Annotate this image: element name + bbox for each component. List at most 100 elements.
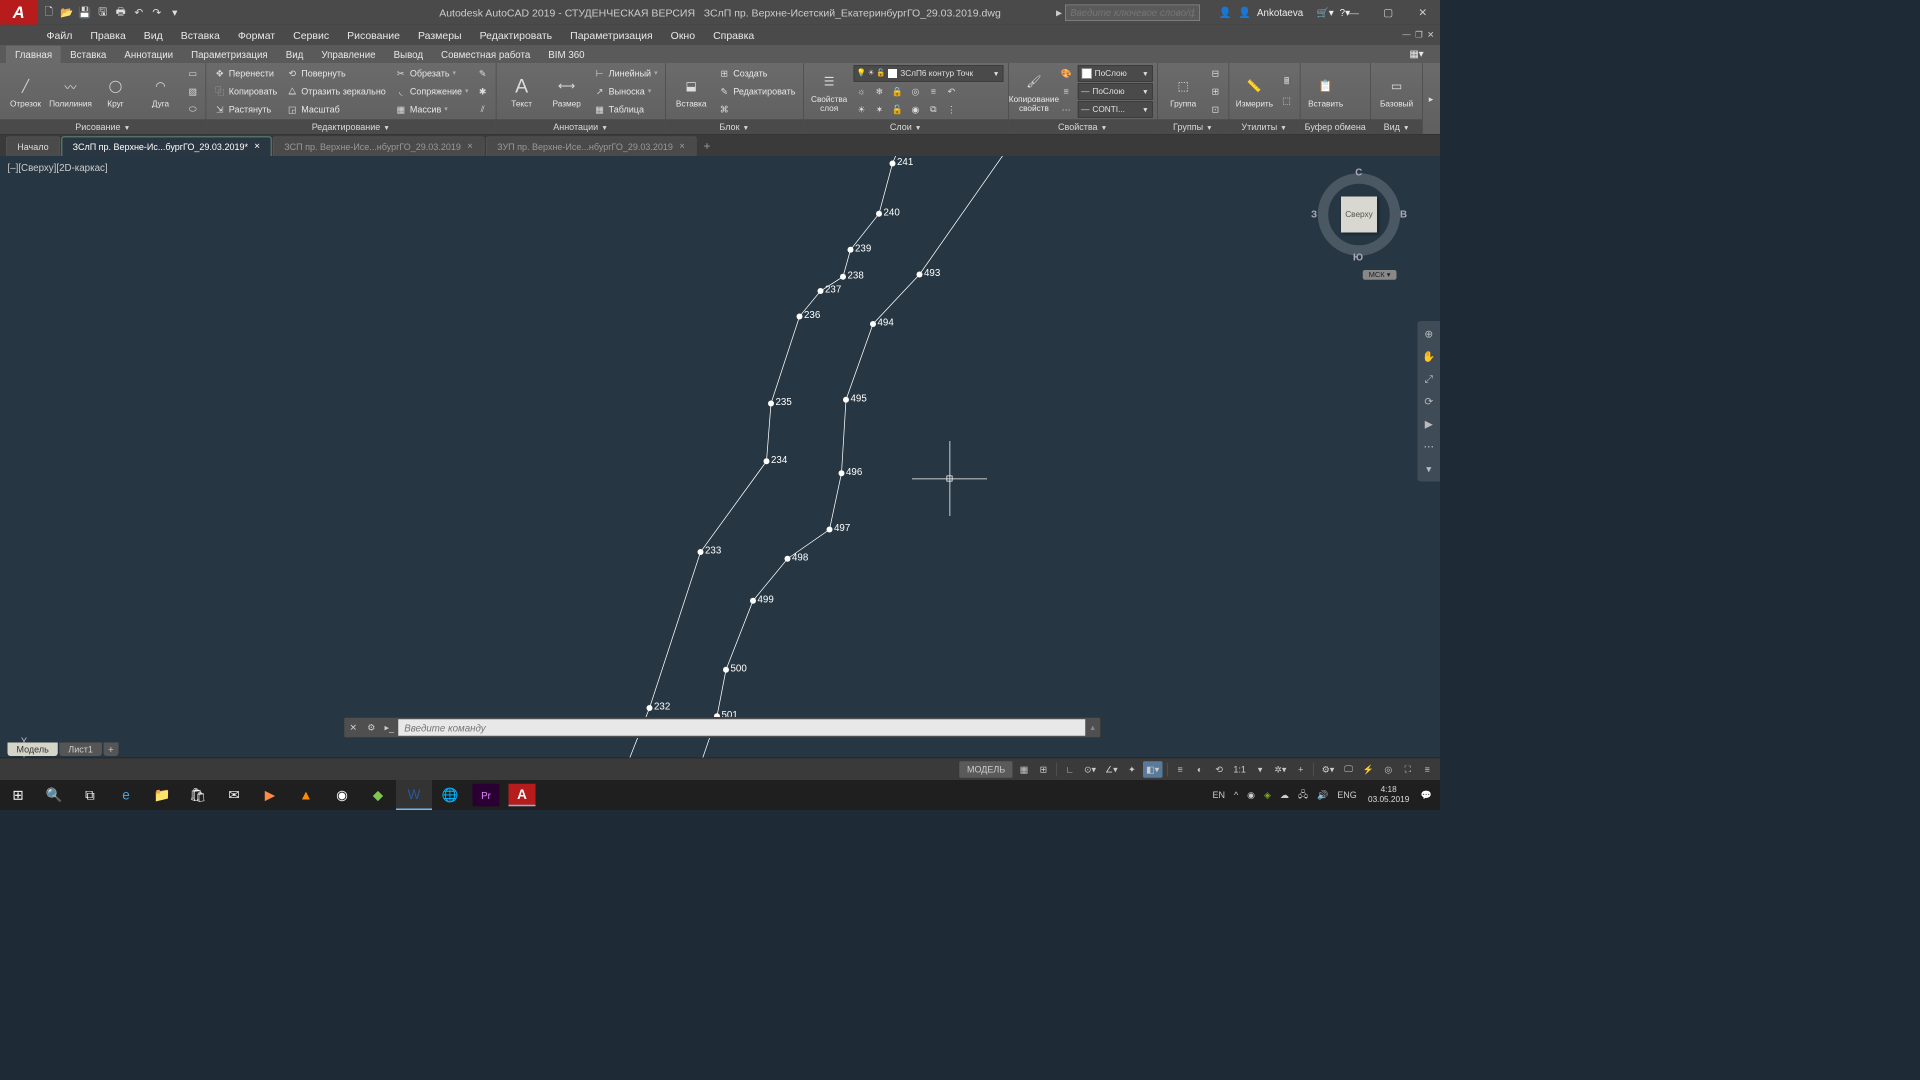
zoom-extents-icon[interactable]: ⤢ — [1421, 371, 1438, 388]
nvidia-tray-icon[interactable]: ◈ — [1260, 790, 1274, 801]
doc-tab-1[interactable]: ЗСлП пр. Верхне-Ис...бургГО_29.03.2019*✕ — [61, 137, 271, 157]
explode-icon[interactable]: ✱ — [474, 83, 491, 100]
maximize-button[interactable]: ▢ — [1371, 0, 1406, 25]
trim-button[interactable]: ✂Обрезать ▾ — [392, 65, 472, 82]
view-cube[interactable]: С Ю В З Сверху — [1314, 170, 1404, 260]
menu-формат[interactable]: Формат — [229, 25, 284, 45]
doc-min-icon[interactable]: — — [1401, 29, 1412, 42]
base-view-button[interactable]: ▭Базовый — [1376, 65, 1418, 118]
minimize-button[interactable]: — — [1337, 0, 1372, 25]
rect-icon[interactable]: ▭ — [185, 65, 202, 82]
arc-button[interactable]: ◠Дуга — [140, 65, 182, 118]
ribbon-collapse-icon[interactable]: ▸ — [1423, 90, 1440, 107]
mail-icon[interactable]: ✉ — [216, 780, 252, 810]
osnap-icon[interactable]: ✦ — [1124, 761, 1141, 778]
viewcube-south[interactable]: Ю — [1353, 251, 1363, 262]
coord-system-label[interactable]: МСК ▾ — [1363, 270, 1397, 280]
layer-prev-icon[interactable]: ↶ — [943, 83, 960, 100]
explorer-icon[interactable]: 📁 — [144, 780, 180, 810]
hardware-accel-icon[interactable]: ⚡ — [1360, 761, 1377, 778]
close-button[interactable]: ✕ — [1406, 0, 1441, 25]
ribbon-tab-2[interactable]: Аннотации — [115, 46, 182, 63]
move-button[interactable]: ✥Перенести — [211, 65, 280, 82]
qat-save-icon[interactable]: 💾 — [77, 4, 94, 21]
menu-файл[interactable]: Файл — [38, 25, 82, 45]
exchange-icon[interactable]: 🛒▾ — [1317, 6, 1334, 18]
clean-screen-icon[interactable]: ⛶ — [1400, 761, 1417, 778]
measure-button[interactable]: 📏Измерить — [1233, 65, 1275, 118]
store-icon[interactable]: 🛍 — [180, 780, 216, 810]
qat-saveas-icon[interactable]: 🖫 — [95, 4, 112, 21]
edge-icon[interactable]: e — [108, 780, 144, 810]
lwdisplay-icon[interactable]: ≡ — [1172, 761, 1189, 778]
layout-tab-0[interactable]: Модель — [8, 743, 58, 757]
layer-walk-icon[interactable]: ⧉ — [925, 101, 942, 118]
menu-сервис[interactable]: Сервис — [284, 25, 338, 45]
layer-dropdown[interactable]: 💡☀🔓 ЗСлП6 контур Точк ▼ — [853, 65, 1003, 82]
qat-redo-icon[interactable]: ↷ — [149, 4, 166, 21]
ribbon-tab-6[interactable]: Вывод — [385, 46, 432, 63]
steam-tray-icon[interactable]: ◉ — [1243, 790, 1258, 801]
viewcube-west[interactable]: З — [1311, 209, 1317, 220]
premiere-icon[interactable]: Pr — [473, 784, 500, 807]
text-button[interactable]: AТекст — [501, 65, 543, 118]
edit-block-button[interactable]: ✎Редактировать — [715, 83, 798, 100]
ribbon-tab-4[interactable]: Вид — [277, 46, 313, 63]
ribbon-tab-0[interactable]: Главная — [6, 46, 61, 63]
keyboard-lang-icon[interactable]: ENG — [1333, 790, 1360, 801]
table-button[interactable]: ▦Таблица — [591, 101, 661, 118]
network-tray-icon[interactable]: 🖧 — [1294, 787, 1312, 803]
layer-props-button[interactable]: ☰Свойства слоя — [808, 65, 850, 118]
annoscale-icon[interactable]: ▾ — [1252, 761, 1269, 778]
circle-button[interactable]: ◯Круг — [95, 65, 137, 118]
copy-button[interactable]: ⿻Копировать — [211, 83, 280, 100]
steam-icon[interactable]: ◉ — [324, 780, 360, 810]
ribbon-tab-1[interactable]: Вставка — [61, 46, 115, 63]
layer-thaw-icon[interactable]: ✶ — [871, 101, 888, 118]
ortho-icon[interactable]: ∟ — [1061, 761, 1078, 778]
monitor-icon[interactable]: 🖵 — [1340, 761, 1357, 778]
layer-lock-icon[interactable]: 🔒 — [889, 83, 906, 100]
model-space-button[interactable]: МОДЕЛЬ — [959, 761, 1012, 778]
nav-more-icon[interactable]: ⋯ — [1421, 438, 1438, 455]
search-input[interactable] — [1065, 4, 1200, 21]
polar-icon[interactable]: ⊙▾ — [1081, 761, 1099, 778]
menu-вставка[interactable]: Вставка — [172, 25, 229, 45]
vlc-icon[interactable]: ▲ — [288, 780, 324, 810]
clock[interactable]: 4:1803.05.2019 — [1362, 785, 1415, 805]
attr-button[interactable]: ⌘ — [715, 101, 798, 118]
cmd-close-icon[interactable]: ✕ — [344, 719, 362, 737]
isolate-icon[interactable]: ◎ — [1380, 761, 1397, 778]
calc-icon[interactable]: 🖩 — [1278, 74, 1295, 91]
doc-close-icon[interactable]: ✕ — [1426, 29, 1436, 42]
color-wheel-icon[interactable]: 🎨 — [1058, 65, 1075, 82]
layer-unlock-icon[interactable]: 🔓 — [889, 101, 906, 118]
erase-icon[interactable]: ✎ — [474, 65, 491, 82]
tab-close-icon[interactable]: ✕ — [254, 143, 260, 151]
group-button[interactable]: ⬚Группа — [1162, 65, 1204, 118]
doc-restore-icon[interactable]: ❐ — [1414, 29, 1424, 42]
layer-freeze-icon[interactable]: ❄ — [871, 83, 888, 100]
tab-close-icon[interactable]: ✕ — [467, 143, 473, 151]
new-tab-button[interactable]: + — [698, 138, 716, 156]
menu-правка[interactable]: Правка — [81, 25, 134, 45]
cloud-tray-icon[interactable]: ☁ — [1276, 790, 1293, 801]
menu-справка[interactable]: Справка — [704, 25, 763, 45]
ltype-dropdown[interactable]: — CONTI...▼ — [1077, 101, 1152, 118]
app-logo[interactable]: A — [0, 0, 38, 25]
cycling-icon[interactable]: ⟲ — [1211, 761, 1228, 778]
select-icon[interactable]: ⬚ — [1278, 92, 1295, 109]
customize-status-icon[interactable]: ≡ — [1419, 761, 1436, 778]
task-view-icon[interactable]: ⧉ — [72, 780, 108, 810]
gear-icon[interactable]: ✲▾ — [1271, 761, 1289, 778]
steering-wheel-icon[interactable]: ⊕ — [1421, 326, 1438, 343]
user-panel[interactable]: 👤 👤 Ankotaeva 🛒▾ ?▾ — [1219, 6, 1350, 19]
ribbon-tab-7[interactable]: Совместная работа — [432, 46, 539, 63]
transparency-icon[interactable]: ◐ — [1191, 761, 1208, 778]
menu-редактировать[interactable]: Редактировать — [471, 25, 562, 45]
scale-button[interactable]: ◲Масштаб — [283, 101, 389, 118]
snap-icon[interactable]: ⊞ — [1035, 761, 1052, 778]
isodraft-icon[interactable]: ∠▾ — [1102, 761, 1121, 778]
workspace-icon[interactable]: ⚙▾ — [1319, 761, 1338, 778]
fillet-button[interactable]: ◟Сопряжение ▾ — [392, 83, 472, 100]
